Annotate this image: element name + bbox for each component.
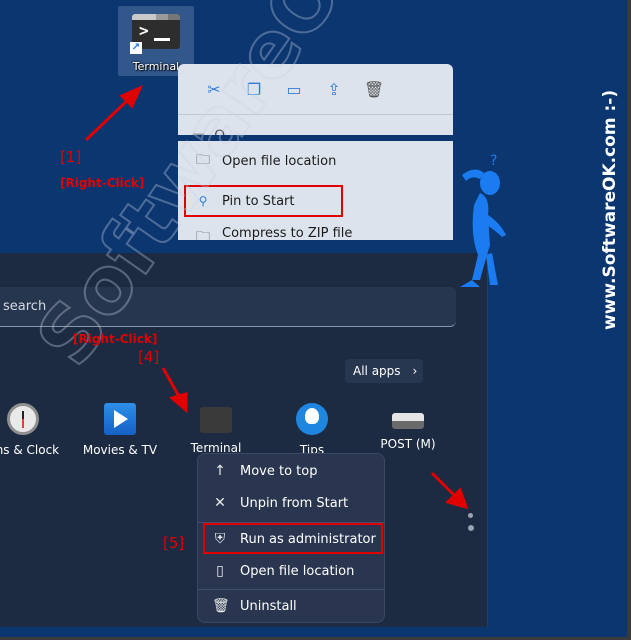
annotation-right-click-4: [Right-Click] — [73, 332, 158, 346]
pinned-app-alarms-clock[interactable]: rms & Clock — [0, 403, 68, 457]
app-label: Movies & TV — [82, 443, 158, 457]
menu-item-label: Uninstall — [240, 598, 297, 614]
page-dot-active[interactable] — [468, 525, 474, 531]
arrow-head-1 — [119, 85, 143, 109]
mascot-figure-icon: ? — [460, 153, 506, 287]
zip-folder-icon: 🗀 — [196, 229, 210, 240]
tips-icon — [296, 403, 328, 435]
share-icon[interactable]: ⇪ — [314, 80, 354, 99]
file-location-icon: ▯ — [216, 563, 224, 579]
page-dot[interactable] — [468, 513, 473, 518]
trash-icon: 🗑 — [212, 598, 230, 614]
copy-icon[interactable]: ❐ — [234, 80, 274, 99]
pinned-app-tips[interactable]: Tips — [267, 403, 357, 457]
menu-item-label: Unpin from Start — [240, 495, 349, 511]
annotation-right-click-1: [Right-Click] — [60, 176, 145, 190]
menu-separator — [198, 589, 384, 590]
arrow-up-icon: ↑ — [214, 463, 226, 479]
menu-item-move-to-top[interactable]: ↑ Move to top — [204, 456, 380, 486]
screenshot-gap — [178, 135, 453, 141]
highlight-run-as-administrator — [203, 523, 383, 554]
folder-icon: 🗀 — [196, 152, 210, 168]
menu-item-label: Compress to ZIP file — [222, 226, 353, 240]
unpin-icon: ✕ — [214, 495, 226, 511]
annotation-step-1: [1] — [60, 148, 82, 166]
movies-tv-icon — [104, 403, 136, 435]
menu-item-open-file-location[interactable]: 🗀 Open file location — [184, 146, 444, 176]
menu-item-unpin-from-start[interactable]: ✕ Unpin from Start — [204, 488, 380, 518]
chevron-right-icon: › — [412, 364, 418, 378]
page-indicator[interactable] — [468, 513, 474, 538]
terminal-icon — [200, 407, 232, 433]
all-apps-label: All apps — [353, 364, 401, 378]
alarms-clock-icon — [7, 403, 39, 435]
menu-separator — [178, 114, 453, 115]
vertical-branding-text: www.SoftwareOK.com :-) — [600, 89, 620, 330]
svg-text:?: ? — [490, 153, 497, 169]
delete-icon[interactable]: 🗑 — [354, 80, 394, 99]
app-label: rms & Clock — [0, 443, 60, 457]
search-input[interactable]: search — [0, 287, 456, 327]
frame-border-right — [627, 0, 631, 640]
menu-item-uninstall[interactable]: 🗑 Uninstall — [204, 591, 380, 621]
menu-item-label: Open file location — [222, 153, 337, 169]
pinned-app-movies-tv[interactable]: Movies & TV — [75, 403, 165, 457]
app-label: POST (M) — [380, 437, 436, 451]
menu-item-compress-zip[interactable]: 🗀 Compress to ZIP file — [184, 226, 444, 240]
shortcut-arrow-icon: ↗ — [130, 42, 142, 54]
menu-item-label: Move to top — [240, 463, 318, 479]
clipped-menu-item: ▭ O — [192, 128, 252, 135]
pinned-app-terminal[interactable]: Terminal — [171, 403, 261, 455]
drive-icon — [392, 413, 424, 429]
arrow-step-1 — [84, 94, 134, 142]
quick-actions-row: ✂ ❐ ▭ ⇪ 🗑 — [178, 64, 453, 114]
rename-icon[interactable]: ▭ — [274, 80, 314, 99]
highlight-pin-to-start — [184, 185, 343, 217]
menu-item-open-file-location[interactable]: ▯ Open file location — [204, 556, 380, 586]
annotation-step-5: [5] — [163, 534, 185, 552]
menu-item-label: Open file location — [240, 563, 355, 579]
cut-icon[interactable]: ✂ — [194, 80, 234, 99]
annotation-step-4: [4] — [138, 348, 160, 366]
pinned-app-post-drive[interactable]: POST (M) — [363, 403, 453, 451]
all-apps-button[interactable]: All apps › — [345, 359, 423, 383]
